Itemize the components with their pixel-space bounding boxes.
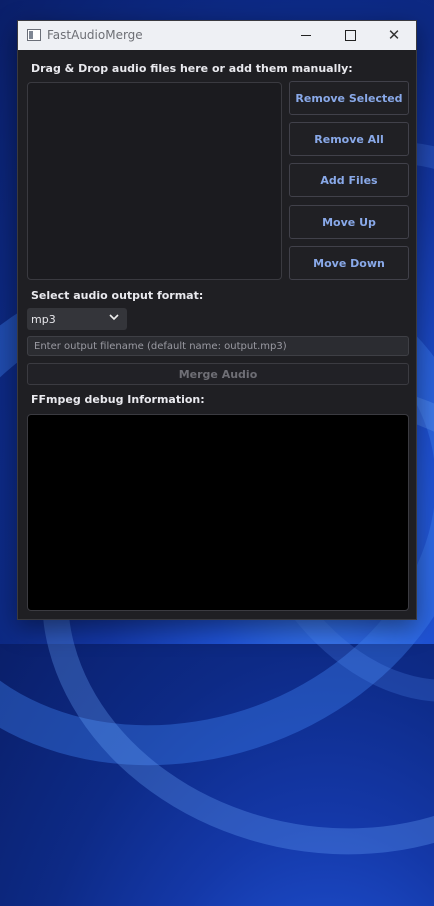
move-down-button[interactable]: Move Down bbox=[289, 246, 409, 280]
add-files-button[interactable]: Add Files bbox=[289, 163, 409, 197]
remove-all-button[interactable]: Remove All bbox=[289, 122, 409, 156]
merge-audio-button[interactable]: Merge Audio bbox=[27, 363, 409, 385]
minimize-icon bbox=[301, 35, 311, 36]
minimize-button[interactable] bbox=[284, 21, 328, 50]
output-format-label: Select audio output format: bbox=[31, 289, 204, 302]
drag-drop-label: Drag & Drop audio files here or add them… bbox=[31, 62, 353, 75]
title-bar[interactable]: FastAudioMerge ✕ bbox=[18, 21, 416, 50]
maximize-button[interactable] bbox=[328, 21, 372, 50]
remove-selected-button[interactable]: Remove Selected bbox=[289, 81, 409, 115]
debug-output[interactable] bbox=[27, 414, 409, 611]
format-select[interactable]: mp3 bbox=[27, 308, 127, 330]
file-list[interactable] bbox=[27, 82, 282, 280]
chevron-down-icon bbox=[109, 314, 119, 321]
debug-label: FFmpeg debug Information: bbox=[31, 393, 205, 406]
app-window: FastAudioMerge ✕ Drag & Drop audio files… bbox=[17, 20, 417, 620]
maximize-icon bbox=[344, 30, 356, 41]
close-button[interactable]: ✕ bbox=[372, 21, 416, 50]
format-select-value: mp3 bbox=[31, 312, 56, 326]
move-up-button[interactable]: Move Up bbox=[289, 205, 409, 239]
app-icon bbox=[27, 29, 41, 41]
close-icon: ✕ bbox=[387, 26, 401, 44]
output-filename-placeholder: Enter output filename (default name: out… bbox=[34, 340, 287, 352]
window-title: FastAudioMerge bbox=[47, 28, 143, 42]
output-filename-input[interactable]: Enter output filename (default name: out… bbox=[27, 336, 409, 356]
